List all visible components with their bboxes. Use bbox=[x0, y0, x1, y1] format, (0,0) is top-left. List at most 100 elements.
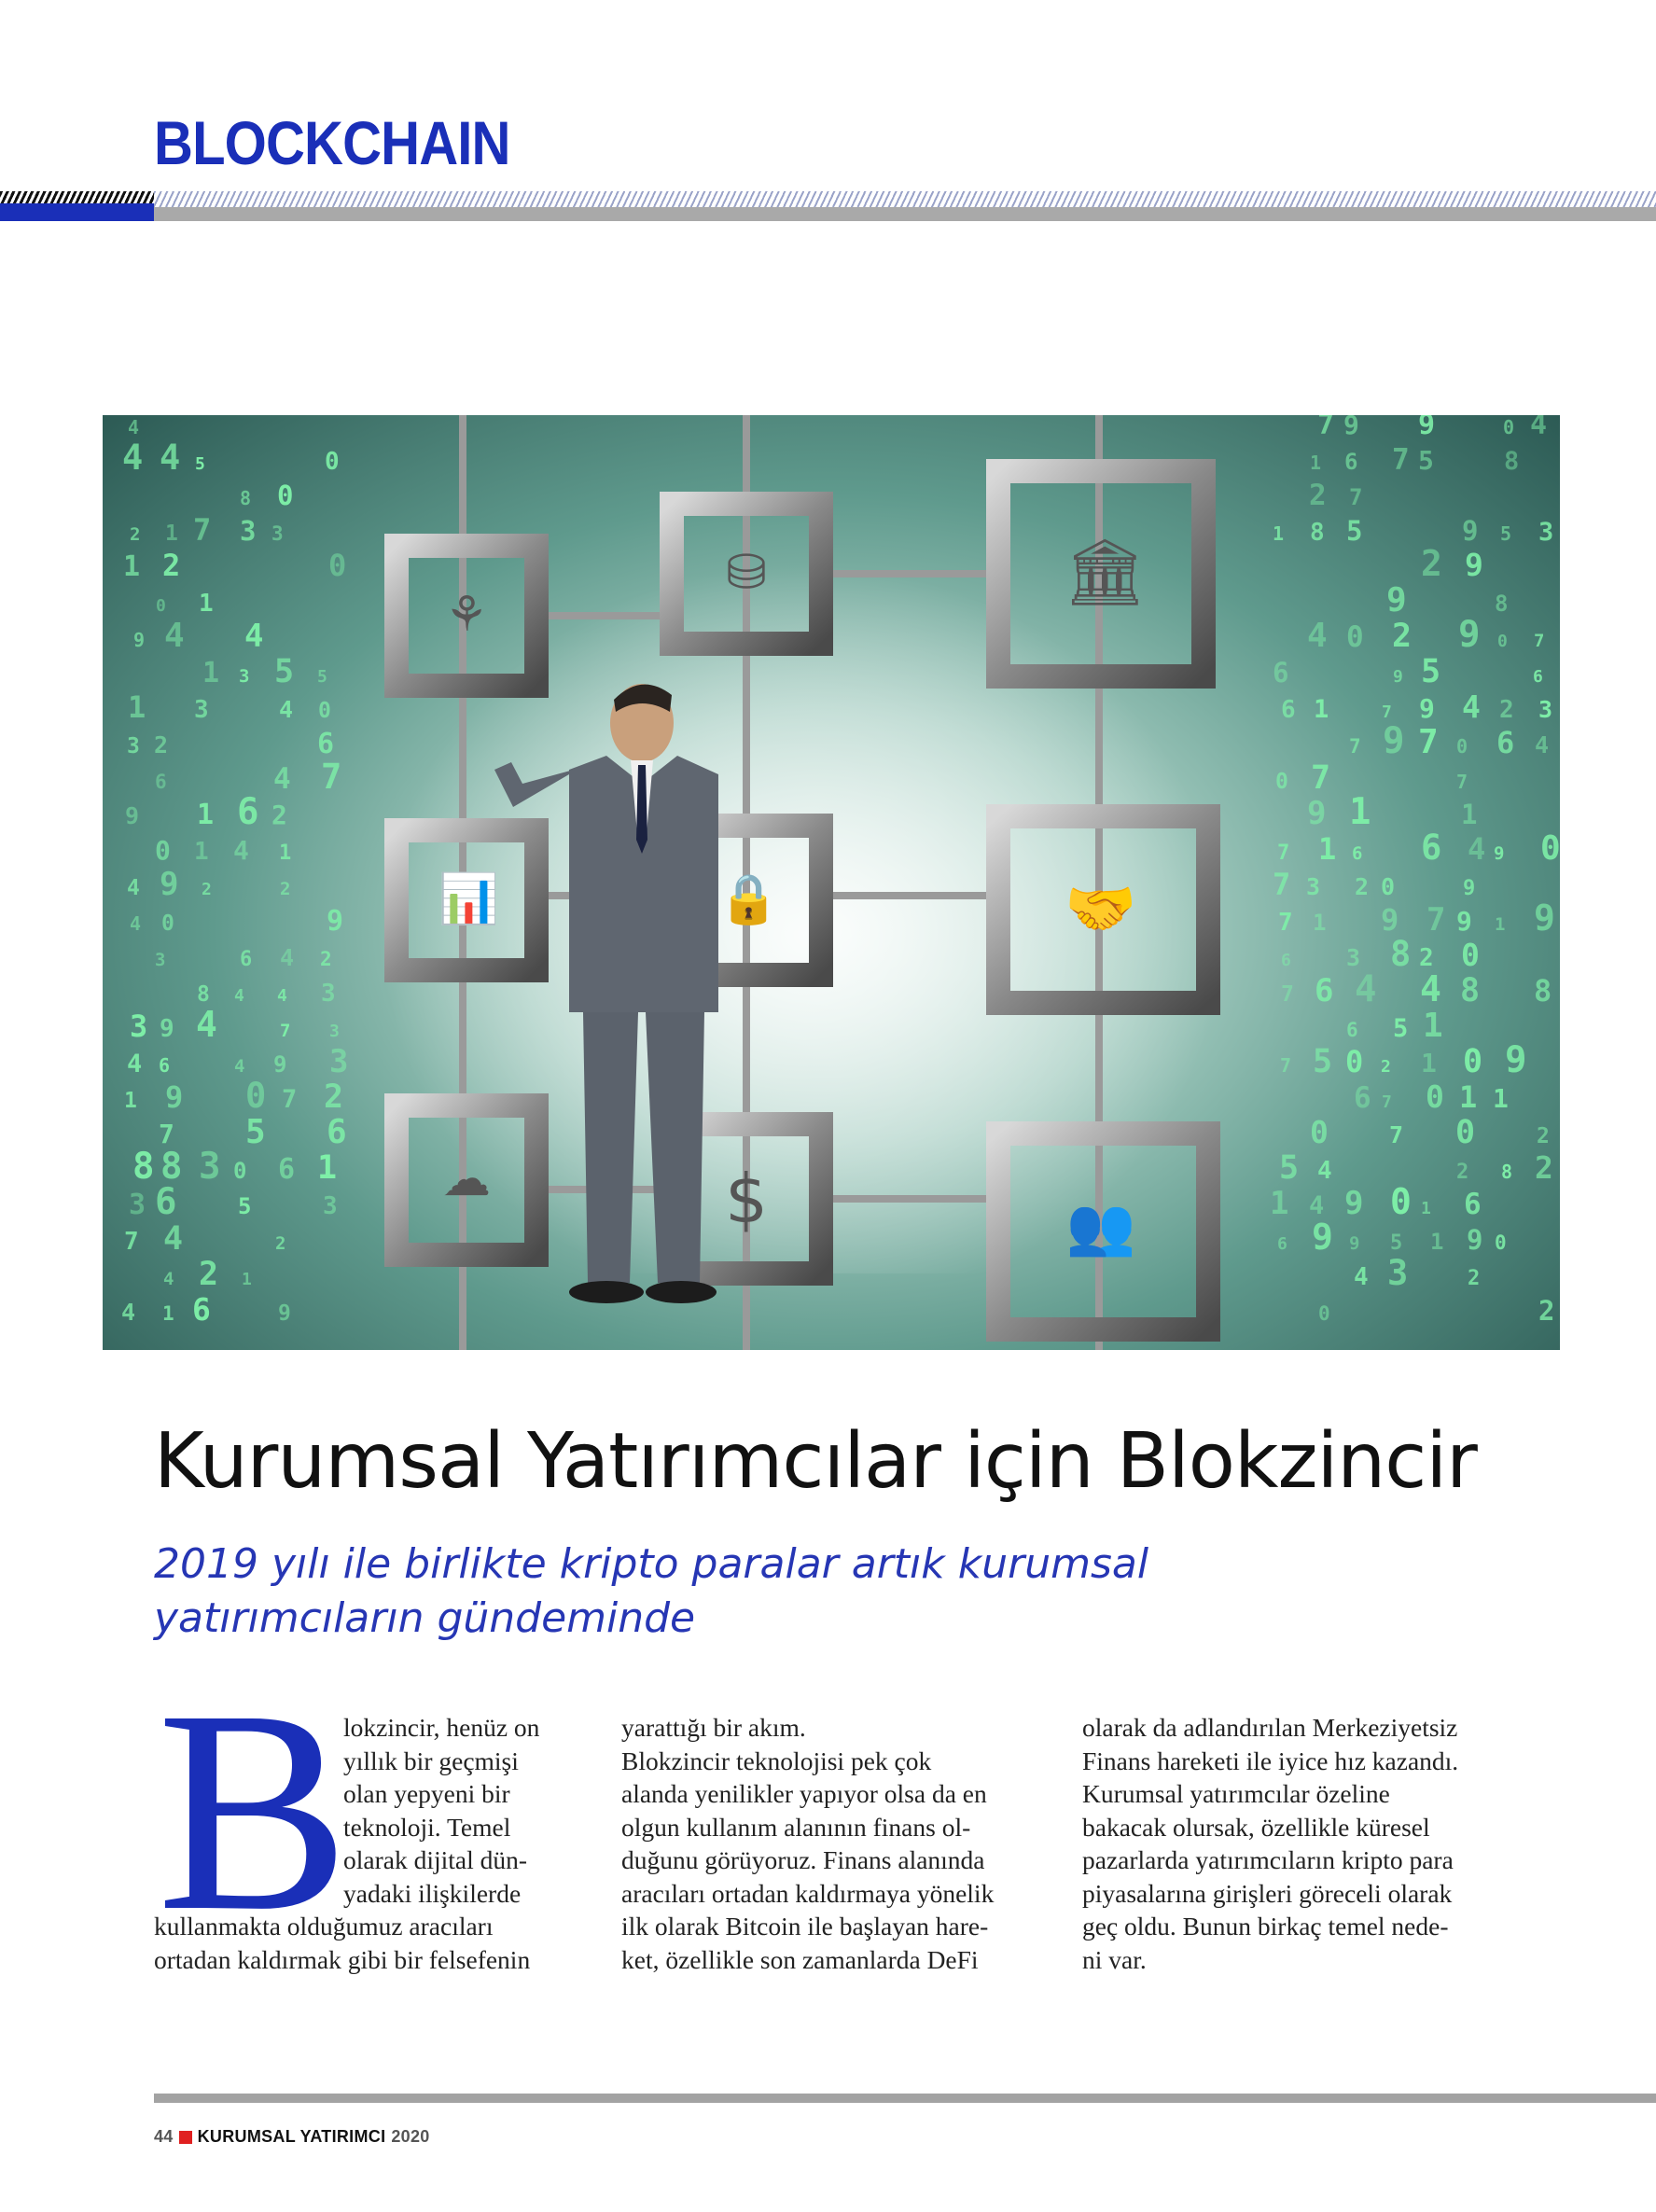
matrix-digit: 4 bbox=[122, 438, 143, 478]
matrix-digit: 7 bbox=[1277, 842, 1289, 865]
matrix-digit: 1 bbox=[194, 838, 209, 866]
matrix-digit: 9 bbox=[1344, 1185, 1363, 1222]
footer-rule bbox=[154, 2094, 1656, 2103]
matrix-digit: 4 bbox=[1354, 1263, 1369, 1291]
body-line: alanda yenilikler yapıyor olsa da en bbox=[621, 1779, 987, 1808]
matrix-digit: 2 bbox=[199, 1256, 218, 1293]
matrix-digit: 4 bbox=[163, 1220, 183, 1258]
matrix-digit: 6 bbox=[1346, 1019, 1358, 1041]
matrix-digit: 5 bbox=[1421, 653, 1440, 690]
matrix-digit: 8 bbox=[1310, 519, 1325, 547]
matrix-digit: 6 bbox=[327, 1113, 347, 1151]
matrix-digit: 7 bbox=[1317, 415, 1334, 441]
matrix-digit: 9 bbox=[1462, 515, 1478, 547]
matrix-digit: 1 bbox=[1421, 1048, 1437, 1078]
body-line: pazarlarda yatırımcıların kripto para bbox=[1082, 1845, 1454, 1874]
matrix-digit: 5 bbox=[317, 667, 327, 687]
body-line: aracıları ortadan kaldırmaya yönelik bbox=[621, 1878, 995, 1908]
matrix-digit: 6 bbox=[1281, 696, 1296, 724]
matrix-digit: 0 bbox=[1345, 1044, 1363, 1079]
matrix-digit: 9 bbox=[1534, 897, 1555, 939]
matrix-digit: 4 bbox=[1307, 617, 1328, 655]
matrix-digit: 1 bbox=[1430, 1229, 1443, 1255]
matrix-digit: 7 bbox=[1281, 982, 1294, 1007]
blockchain-illustration: 4421913944341837441204260903969786441571… bbox=[121, 415, 1560, 1350]
matrix-digit: 9 bbox=[1505, 1039, 1526, 1081]
body-line: duğunu görüyoruz. Finans alanında bbox=[621, 1845, 985, 1874]
matrix-digit: 9 bbox=[1349, 1233, 1359, 1254]
matrix-digit: 4 bbox=[164, 617, 185, 655]
handshake-icon: 🤝 bbox=[1065, 878, 1137, 941]
matrix-digit: 1 bbox=[1310, 452, 1321, 474]
cloud-icon: ☁ bbox=[442, 1153, 491, 1206]
page-number: 44 bbox=[154, 2127, 174, 2146]
matrix-digit: 4 bbox=[1535, 731, 1549, 758]
matrix-digit: 8 bbox=[1495, 591, 1508, 617]
people-icon: 👥 bbox=[1065, 1196, 1136, 1258]
matrix-digit: 1 bbox=[1493, 1083, 1509, 1114]
body-line: piyasalarına girişleri göreceli olarak bbox=[1082, 1878, 1453, 1908]
matrix-digit: 7 bbox=[1349, 735, 1361, 758]
matrix-digit: 2 bbox=[202, 880, 212, 899]
matrix-digit: 1 bbox=[1314, 695, 1329, 724]
matrix-digit: 9 bbox=[1418, 415, 1435, 441]
issue-year: 2020 bbox=[391, 2127, 430, 2146]
matrix-digit: 8 bbox=[132, 1146, 154, 1188]
matrix-digit: 4 bbox=[279, 696, 293, 723]
body-line: ilk olarak Bitcoin ile başlayan hare- bbox=[621, 1912, 989, 1941]
matrix-digit: 1 bbox=[242, 1270, 252, 1289]
matrix-digit: 6 bbox=[1315, 972, 1333, 1009]
matrix-digit: 2 bbox=[1421, 543, 1442, 584]
matrix-digit: 0 bbox=[1426, 1078, 1444, 1115]
matrix-digit: 3 bbox=[155, 950, 165, 970]
matrix-digit: 4 bbox=[127, 1050, 142, 1078]
matrix-digit: 7 bbox=[321, 757, 341, 797]
matrix-digit: 9 bbox=[278, 1301, 291, 1326]
matrix-digit: 3 bbox=[1346, 944, 1360, 971]
matrix-digit: 4 bbox=[233, 835, 249, 866]
matrix-digit: 9 bbox=[273, 1051, 286, 1078]
matrix-digit: 2 bbox=[320, 948, 332, 970]
matrix-digit: 0 bbox=[161, 911, 174, 936]
matrix-digit: 7 bbox=[1426, 901, 1445, 939]
matrix-digit: 8 bbox=[1504, 447, 1519, 476]
matrix-digit: 3 bbox=[329, 1022, 340, 1041]
matrix-digit: 9 bbox=[1312, 1217, 1333, 1258]
drop-cap: B bbox=[157, 1651, 350, 1971]
matrix-digit: 6 bbox=[237, 791, 258, 833]
matrix-digit: 1 bbox=[1461, 799, 1477, 830]
matrix-digit: 4 bbox=[163, 1269, 174, 1289]
matrix-digit: 3 bbox=[240, 515, 256, 547]
body-line: olan yepyeni bir bbox=[343, 1779, 510, 1808]
matrix-digit: 9 bbox=[165, 1079, 183, 1115]
matrix-digit: 1 bbox=[124, 1089, 137, 1113]
matrix-digit: 7 bbox=[1534, 631, 1544, 651]
dollar-icon: $ bbox=[725, 1160, 768, 1238]
matrix-digit: 6 bbox=[155, 771, 167, 793]
header-rule-accent bbox=[0, 203, 154, 221]
article-subtitle: 2019 yılı ile birlikte kripto paralar ar… bbox=[154, 1537, 1227, 1646]
subtitle-line: 2019 yılı ile birlikte kripto paralar ar… bbox=[154, 1540, 1149, 1588]
matrix-digit: 3 bbox=[239, 666, 249, 687]
matrix-digit: 8 bbox=[1501, 1161, 1512, 1183]
matrix-digit: 6 bbox=[278, 1153, 295, 1186]
matrix-digit: 9 bbox=[1343, 415, 1359, 440]
matrix-digit: 6 bbox=[1352, 843, 1362, 864]
matrix-digit: 1 bbox=[1313, 910, 1326, 936]
section-label: BLOCKCHAIN bbox=[154, 108, 510, 177]
matrix-digit: 0 bbox=[1275, 770, 1288, 794]
page-footer: 44 KURUMSAL YATIRIMCI 2020 bbox=[154, 2127, 430, 2147]
subtitle-line: yatırımcıların gündeminde bbox=[154, 1594, 696, 1642]
matrix-digit: 7 bbox=[1418, 723, 1439, 761]
matrix-digit: 6 bbox=[1421, 828, 1441, 868]
matrix-digit: 9 bbox=[1494, 843, 1504, 864]
matrix-digit: 4 bbox=[196, 1004, 217, 1045]
matrix-digit: 1 bbox=[1349, 791, 1371, 833]
footer-square-icon bbox=[178, 2130, 192, 2144]
matrix-digit: 7 bbox=[1456, 771, 1468, 793]
matrix-digit: 7 bbox=[1278, 909, 1293, 937]
matrix-digit: 8 bbox=[240, 487, 251, 509]
matrix-digit: 9 bbox=[133, 629, 145, 651]
matrix-digit: 5 bbox=[1313, 1043, 1332, 1080]
body-line: ortadan kaldırmak gibi bir felsefenin bbox=[154, 1944, 531, 1974]
